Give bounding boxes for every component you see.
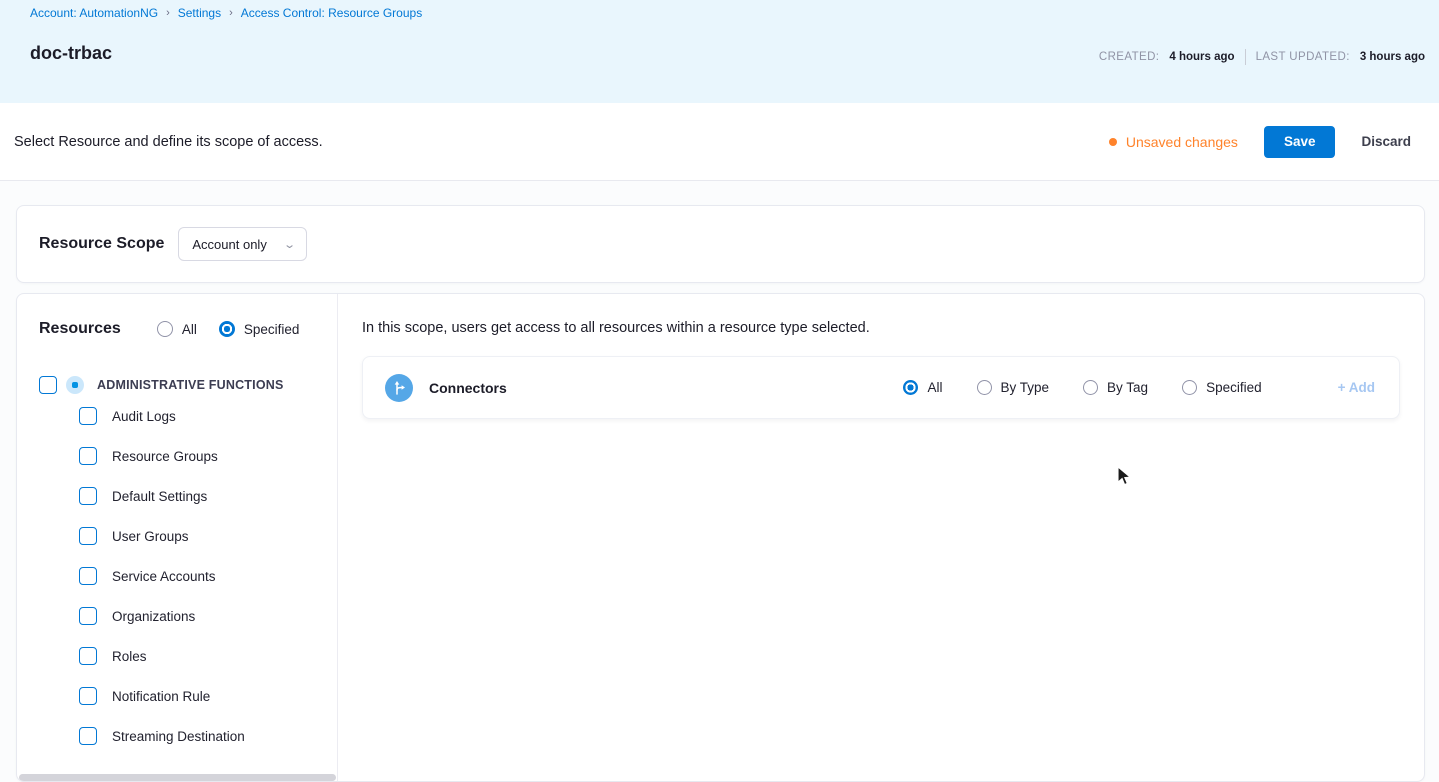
radio-unchecked-icon[interactable] <box>1083 380 1099 395</box>
resource-scope-title: Resource Scope <box>39 235 165 252</box>
resources-specified-radio[interactable]: Specified <box>218 321 300 337</box>
item-checkbox[interactable] <box>79 527 97 545</box>
unsaved-changes-label: Unsaved changes <box>1125 133 1238 150</box>
action-toolbar: Select Resource and define its scope of … <box>0 103 1439 181</box>
item-label: Streaming Destination <box>112 728 245 744</box>
created-value: 4 hours ago <box>1169 51 1235 63</box>
connectors-by-type-label: By Type <box>1000 380 1050 395</box>
scope-detail-panel: In this scope, users get access to all r… <box>338 294 1424 781</box>
resources-list-panel: Resources All Specified ADMINISTRATIVE F… <box>17 294 338 781</box>
resource-type-tree: ADMINISTRATIVE FUNCTIONS Audit Logs Reso… <box>39 374 337 756</box>
connectors-all-label: All <box>927 380 943 395</box>
connectors-specified-label: Specified <box>1206 380 1262 395</box>
resources-all-label: All <box>181 321 197 337</box>
item-label: Resource Groups <box>112 448 218 464</box>
item-label: Audit Logs <box>112 408 176 424</box>
breadcrumb-resource-groups-link[interactable]: Access Control: Resource Groups <box>241 6 422 20</box>
connectors-label: Connectors <box>429 379 507 396</box>
resources-specified-label: Specified <box>243 321 300 337</box>
unsaved-dot-icon <box>1108 137 1117 146</box>
item-label: Service Accounts <box>112 568 216 584</box>
item-checkbox[interactable] <box>79 407 97 425</box>
tree-item-user-groups[interactable]: User Groups <box>39 516 337 556</box>
resource-scope-select[interactable]: Account only ⌄ <box>178 227 308 261</box>
item-checkbox[interactable] <box>79 447 97 465</box>
item-label: Notification Rule <box>112 688 211 704</box>
item-checkbox[interactable] <box>79 727 97 745</box>
discard-button[interactable]: Discard <box>1361 134 1411 149</box>
radio-unchecked-icon[interactable] <box>1182 380 1198 395</box>
toolbar-description: Select Resource and define its scope of … <box>14 133 323 150</box>
tree-item-streaming-destination[interactable]: Streaming Destination <box>39 716 337 756</box>
page-header: Account: AutomationNG › Settings › Acces… <box>0 0 1439 103</box>
breadcrumb-settings-link[interactable]: Settings <box>178 6 221 20</box>
resource-scope-card: Resource Scope Account only ⌄ <box>16 205 1425 283</box>
tree-item-roles[interactable]: Roles <box>39 636 337 676</box>
resources-all-radio[interactable]: All <box>156 321 197 337</box>
connectors-by-type-radio[interactable]: By Type <box>976 380 1050 395</box>
add-resources-link[interactable]: + Add <box>1338 380 1375 395</box>
item-label: User Groups <box>112 528 189 544</box>
resources-mode-radio-group: All Specified <box>156 321 300 337</box>
item-label: Organizations <box>112 608 196 624</box>
item-checkbox[interactable] <box>79 647 97 665</box>
divider <box>1244 49 1246 65</box>
radio-checked-icon[interactable] <box>903 380 919 395</box>
timestamps: CREATED: 4 hours ago LAST UPDATED: 3 hou… <box>1099 49 1425 65</box>
item-checkbox[interactable] <box>79 487 97 505</box>
tree-item-organizations[interactable]: Organizations <box>39 596 337 636</box>
item-label: Default Settings <box>112 488 208 504</box>
tree-item-audit-logs[interactable]: Audit Logs <box>39 396 337 436</box>
save-button[interactable]: Save <box>1263 125 1336 158</box>
tree-item-service-accounts[interactable]: Service Accounts <box>39 556 337 596</box>
scope-description: In this scope, users get access to all r… <box>362 320 870 336</box>
group-checkbox[interactable] <box>39 376 57 394</box>
group-collapse-icon[interactable] <box>66 376 84 394</box>
resource-scope-selected-value: Account only <box>192 236 267 252</box>
breadcrumb-account-link[interactable]: Account: AutomationNG <box>30 6 158 20</box>
item-checkbox[interactable] <box>79 687 97 705</box>
last-updated-label: LAST UPDATED: <box>1255 51 1350 63</box>
connectors-all-radio[interactable]: All <box>903 380 943 395</box>
group-label: ADMINISTRATIVE FUNCTIONS <box>97 378 284 392</box>
connectors-scope-radio-group: All By Type By Tag Specified + Add <box>903 380 1375 395</box>
breadcrumb-separator-icon: › <box>166 7 170 19</box>
radio-unchecked-icon[interactable] <box>156 321 173 337</box>
last-updated-value: 3 hours ago <box>1359 51 1425 63</box>
tree-item-notification-rule[interactable]: Notification Rule <box>39 676 337 716</box>
created-label: CREATED: <box>1098 51 1160 63</box>
item-label: Roles <box>112 648 147 664</box>
connectors-specified-radio[interactable]: Specified <box>1182 380 1262 395</box>
connectors-by-tag-label: By Tag <box>1107 380 1149 395</box>
horizontal-scrollbar[interactable] <box>19 774 336 781</box>
unsaved-changes-indicator: Unsaved changes <box>1108 133 1238 150</box>
item-checkbox[interactable] <box>79 607 97 625</box>
connectors-by-tag-radio[interactable]: By Tag <box>1083 380 1148 395</box>
chevron-down-icon: ⌄ <box>282 238 296 251</box>
item-checkbox[interactable] <box>79 567 97 585</box>
resources-card: Resources All Specified ADMINISTRATIVE F… <box>16 293 1425 782</box>
resources-title: Resources <box>39 320 121 337</box>
tree-item-default-settings[interactable]: Default Settings <box>39 476 337 516</box>
connectors-icon <box>385 373 413 402</box>
tree-group-administrative-functions[interactable]: ADMINISTRATIVE FUNCTIONS <box>39 374 337 396</box>
connectors-row: Connectors All By Type By Tag Specified <box>362 356 1400 419</box>
breadcrumb: Account: AutomationNG › Settings › Acces… <box>30 6 1425 20</box>
tree-item-resource-groups[interactable]: Resource Groups <box>39 436 337 476</box>
radio-unchecked-icon[interactable] <box>976 380 992 395</box>
radio-checked-icon[interactable] <box>218 321 235 337</box>
breadcrumb-separator-icon: › <box>229 7 233 19</box>
